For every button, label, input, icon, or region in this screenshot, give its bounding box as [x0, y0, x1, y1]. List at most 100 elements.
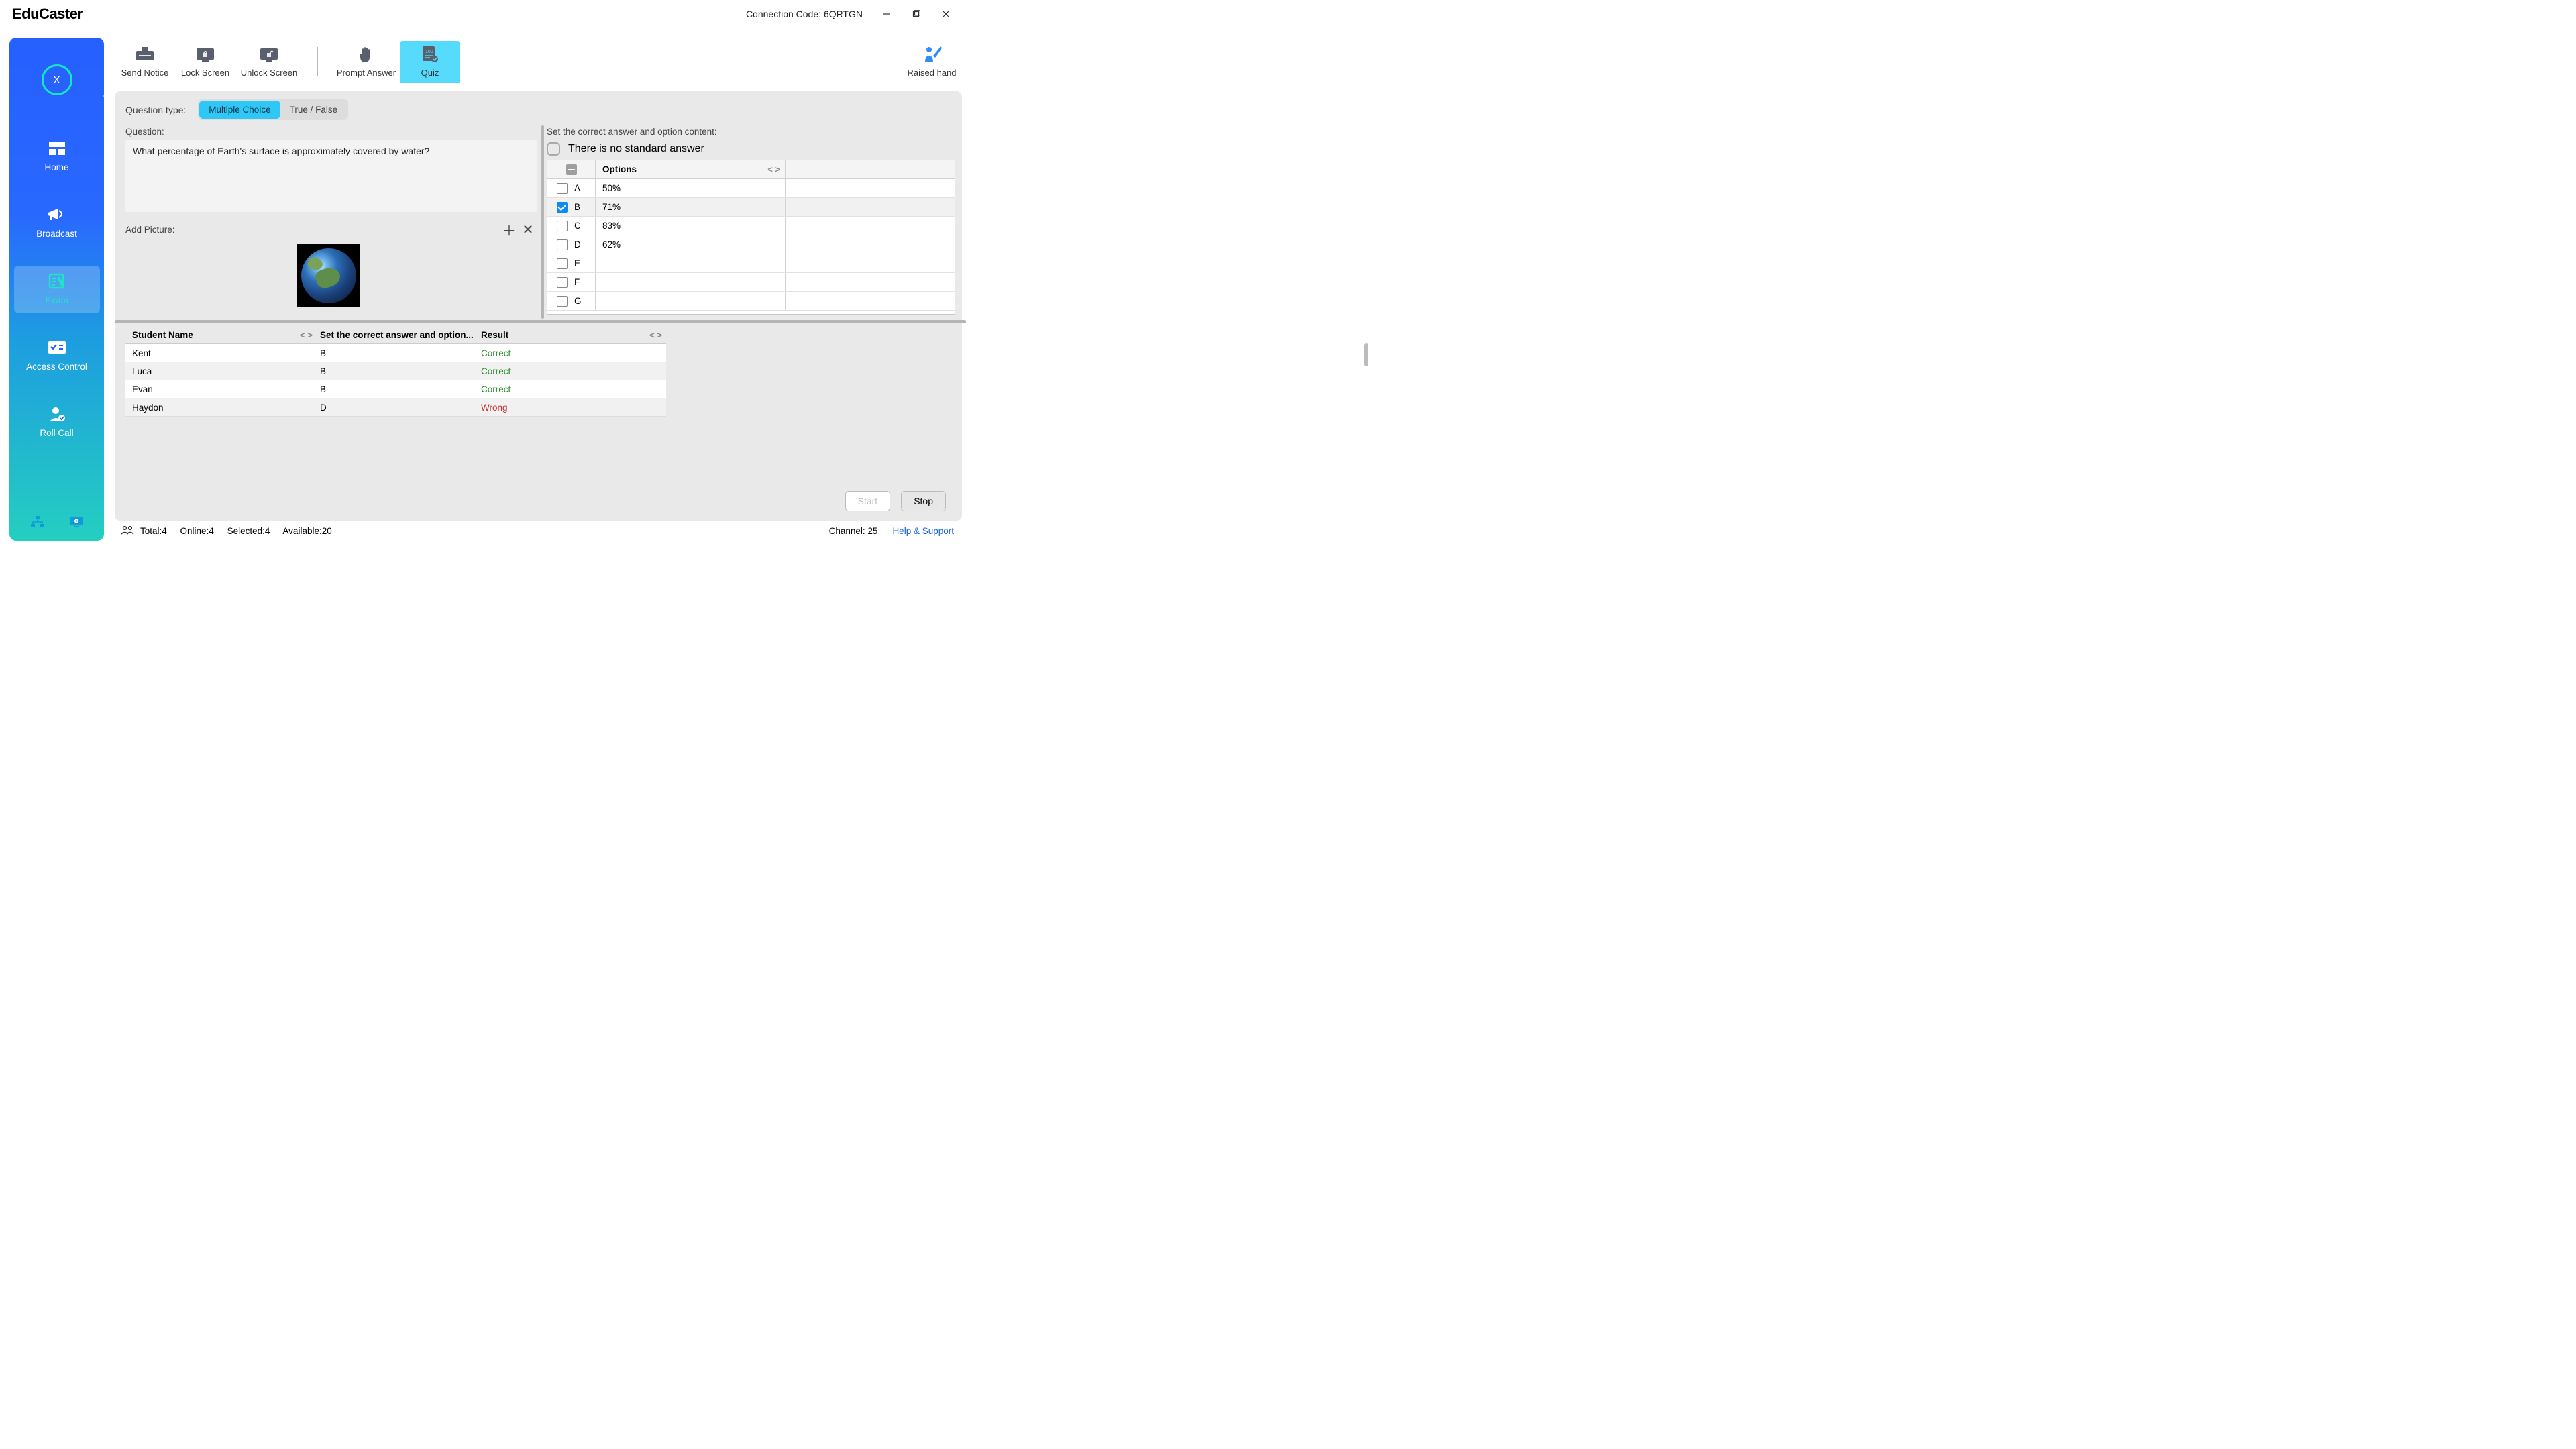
tool-send-notice[interactable]: Send Notice [115, 41, 175, 83]
network-icon[interactable] [30, 515, 45, 529]
option-letter: D [574, 239, 581, 250]
add-picture-label: Add Picture: [125, 225, 500, 235]
column-expand-icon[interactable]: < > [767, 164, 780, 174]
option-value-cell[interactable]: 83% [596, 217, 786, 235]
send-notice-icon [133, 45, 157, 64]
option-correct-checkbox[interactable] [557, 202, 568, 213]
sidebar-item-label: Home [44, 162, 68, 172]
unlock-screen-icon [257, 45, 281, 64]
quiz-icon: 100 [418, 45, 442, 64]
column-expand-icon[interactable]: < > [649, 330, 662, 340]
option-value-cell[interactable] [596, 254, 786, 272]
raised-hand-icon [920, 45, 944, 64]
window-maximize-button[interactable] [902, 4, 931, 24]
option-value-cell[interactable] [596, 273, 786, 291]
tool-lock-screen[interactable]: Lock Screen [175, 41, 235, 83]
status-online: Online:4 [180, 526, 214, 536]
start-button[interactable]: Start [845, 491, 891, 511]
option-correct-checkbox[interactable] [557, 296, 568, 307]
user-avatar[interactable]: X [42, 64, 72, 95]
question-picture-thumbnail[interactable] [297, 244, 360, 307]
sidebar-item-roll-call[interactable]: Roll Call [14, 398, 100, 446]
result-row[interactable]: HaydonDWrong [125, 398, 666, 417]
qtype-multiple-choice[interactable]: Multiple Choice [199, 101, 280, 119]
settings-screen-icon[interactable] [69, 515, 84, 529]
result-answer: D [319, 402, 480, 413]
option-letter: C [574, 221, 581, 231]
window-minimize-button[interactable] [872, 4, 902, 24]
stop-button[interactable]: Stop [901, 491, 946, 511]
option-row[interactable]: B 71% [547, 198, 955, 217]
sidebar-item-broadcast[interactable]: Broadcast [14, 199, 100, 247]
result-row[interactable]: LucaBCorrect [125, 362, 666, 380]
option-letter: B [574, 202, 580, 212]
no-standard-answer-label: There is no standard answer [568, 143, 704, 155]
toolbar-separator [317, 47, 318, 76]
main-area: Send Notice Lock Screen Unlock Screen Pr… [104, 28, 966, 543]
results-header-answer: Set the correct answer and option... [319, 330, 480, 340]
options-header-label: Options [596, 160, 786, 178]
option-row[interactable]: G [547, 292, 955, 311]
tool-prompt-answer[interactable]: Prompt Answer [333, 41, 400, 83]
option-correct-checkbox[interactable] [557, 183, 568, 194]
status-channel: Channel: 25 [829, 526, 878, 536]
sidebar: X Home Broadcast Exam Access Control Rol… [9, 38, 104, 541]
option-correct-checkbox[interactable] [557, 221, 568, 231]
option-value-cell[interactable]: 62% [596, 235, 786, 254]
remove-picture-button[interactable]: ✕ [519, 220, 537, 239]
tool-label: Quiz [421, 68, 439, 78]
close-icon: ✕ [523, 221, 534, 238]
sidebar-item-access-control[interactable]: Access Control [14, 332, 100, 380]
sidebar-collapse-handle[interactable] [103, 91, 109, 101]
sidebar-item-exam[interactable]: Exam [14, 266, 100, 313]
tool-label: Prompt Answer [337, 68, 396, 78]
result-name: Evan [125, 384, 319, 394]
tool-label: Lock Screen [181, 68, 229, 78]
sidebar-item-home[interactable]: Home [14, 133, 100, 180]
option-letter: G [574, 296, 582, 306]
option-row[interactable]: F [547, 273, 955, 292]
results-scrollbar[interactable] [666, 326, 955, 486]
exam-icon [47, 272, 67, 290]
column-expand-icon[interactable]: < > [300, 330, 313, 340]
checklist-icon [47, 339, 67, 356]
option-value-cell[interactable] [596, 292, 786, 310]
result-status: Wrong [480, 402, 666, 413]
toolbar: Send Notice Lock Screen Unlock Screen Pr… [115, 36, 962, 87]
results-header-name: Student Name [125, 330, 319, 340]
option-correct-checkbox[interactable] [557, 239, 568, 250]
sidebar-item-label: Roll Call [40, 428, 73, 438]
tool-unlock-screen[interactable]: Unlock Screen [235, 41, 303, 83]
result-answer: B [319, 366, 480, 376]
option-row[interactable]: E [547, 254, 955, 273]
add-picture-button[interactable]: ＋ [500, 220, 519, 239]
option-correct-checkbox[interactable] [557, 277, 568, 288]
window-close-button[interactable] [931, 4, 961, 24]
question-label: Question: [125, 127, 537, 137]
home-icon [47, 140, 67, 157]
question-type-toggle: Multiple Choice True / False [198, 99, 348, 120]
option-letter: E [574, 258, 580, 268]
result-answer: B [319, 348, 480, 358]
options-select-all-checkbox[interactable] [566, 164, 577, 175]
option-value-cell[interactable]: 50% [596, 179, 786, 197]
option-row[interactable]: A50% [547, 179, 955, 198]
help-support-link[interactable]: Help & Support [892, 526, 954, 536]
question-textarea[interactable]: What percentage of Earth's surface is ap… [125, 140, 537, 212]
tool-quiz[interactable]: 100 Quiz [400, 41, 460, 83]
option-value-cell[interactable]: 71% [596, 198, 786, 216]
option-row[interactable]: D 62% [547, 235, 955, 254]
connection-code: Connection Code: 6QRTGN [746, 9, 863, 19]
no-standard-answer-checkbox[interactable] [547, 142, 560, 156]
app-logo: EduCaster [12, 5, 83, 23]
option-correct-checkbox[interactable] [557, 258, 568, 269]
result-row[interactable]: EvanBCorrect [125, 380, 666, 398]
status-total: Total:4 [140, 526, 167, 536]
result-status: Correct [480, 384, 666, 394]
option-row[interactable]: C 83% [547, 217, 955, 235]
person-check-icon [47, 405, 67, 423]
tool-raised-hand[interactable]: Raised hand [902, 41, 962, 83]
results-area: Student Name < > Set the correct answer … [125, 326, 955, 486]
qtype-true-false[interactable]: True / False [280, 101, 347, 119]
result-row[interactable]: KentBCorrect [125, 344, 666, 362]
